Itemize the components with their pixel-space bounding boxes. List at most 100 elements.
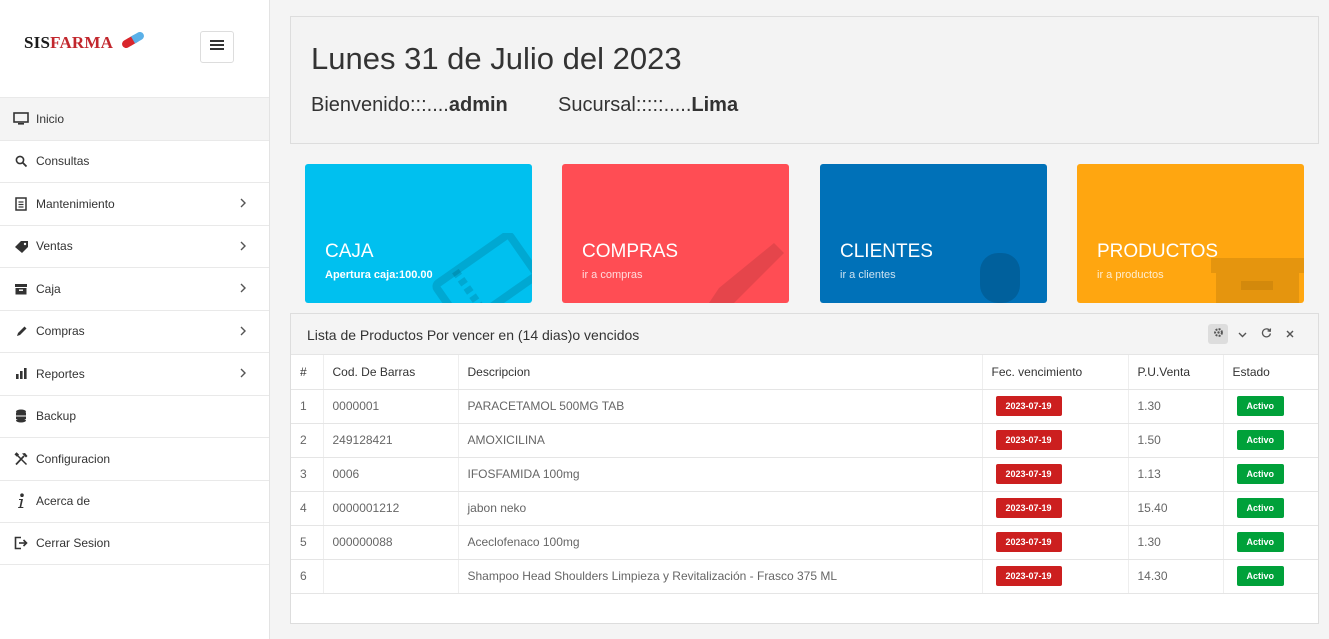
sidebar-item-label: Cerrar Sesion: [36, 536, 111, 551]
sidebar-item-consultas[interactable]: Consultas: [0, 139, 269, 183]
column-header[interactable]: Descripcion: [458, 355, 983, 390]
status-cell: Activo: [1223, 423, 1318, 458]
barcode-cell: 0000001212: [323, 491, 459, 526]
column-header[interactable]: Fec. vencimiento: [982, 355, 1129, 390]
branch-text: Sucursal:::::.....Lima: [558, 94, 738, 117]
table-header-row: # Cod. De Barras Descripcion Fec. vencim…: [291, 355, 1318, 390]
sidebar-item-reportes[interactable]: Reportes: [0, 352, 269, 395]
welcome-text: Bienvenido:::....admin: [311, 94, 508, 117]
sidebar-menu: Inicio Consultas Mantenimiento Ventas Ca…: [0, 97, 269, 565]
barcode-cell: 000000088: [323, 525, 459, 560]
sidebar-item-caja[interactable]: Caja: [0, 267, 269, 310]
status-cell: Activo: [1223, 491, 1318, 526]
description-cell: AMOXICILINA: [458, 423, 983, 458]
branch-label: Sucursal:::::.....: [558, 94, 692, 116]
sidebar-item-acerca-de[interactable]: Acerca de: [0, 479, 269, 523]
expiry-cell: 2023-07-19: [982, 559, 1129, 594]
chevron-right-icon: [237, 240, 249, 252]
pill-icon: [119, 32, 147, 53]
card-productos[interactable]: PRODUCTOS ir a productos: [1077, 164, 1304, 303]
sidebar-item-backup[interactable]: Backup: [0, 394, 269, 438]
refresh-icon: [1261, 325, 1272, 343]
card-title: PRODUCTOS: [1097, 241, 1219, 262]
card-compras[interactable]: COMPRAS ir a compras: [562, 164, 789, 303]
close-button[interactable]: [1280, 324, 1300, 344]
refresh-button[interactable]: [1256, 324, 1276, 344]
row-number: 3: [291, 457, 324, 492]
sidebar-item-mantenimiento[interactable]: Mantenimiento: [0, 182, 269, 225]
description-cell: PARACETAMOL 500MG TAB: [458, 389, 983, 424]
page-title: Lunes 31 de Julio del 2023: [311, 41, 682, 76]
card-caja[interactable]: CAJA Apertura caja:100.00: [305, 164, 532, 303]
column-header[interactable]: Estado: [1223, 355, 1318, 390]
sidebar-item-label: Inicio: [36, 111, 65, 126]
sidebar-toggle-button[interactable]: [200, 31, 234, 63]
box-header: Lista de Productos Por vencer en (14 dia…: [291, 314, 1318, 355]
sidebar: SIS FARMA Inicio Consultas Mantenimiento…: [0, 0, 270, 639]
expiry-badge: 2023-07-19: [995, 396, 1062, 416]
ticket-icon: [432, 233, 532, 303]
status-cell: Activo: [1223, 457, 1318, 492]
close-icon: [1286, 325, 1294, 343]
barcode-cell: 0000001: [323, 389, 459, 424]
card-subtitle: ir a compras: [582, 269, 643, 281]
logout-icon: [13, 535, 29, 551]
card-subtitle: Apertura caja:100.00: [325, 269, 433, 281]
expiry-badge: 2023-07-19: [995, 464, 1062, 484]
sidebar-item-cerrar-sesion[interactable]: Cerrar Sesion: [0, 522, 269, 565]
logo[interactable]: SIS FARMA: [24, 32, 147, 53]
welcome-panel: Lunes 31 de Julio del 2023 Bienvenido:::…: [290, 16, 1319, 144]
card-title: COMPRAS: [582, 241, 679, 262]
status-cell: Activo: [1223, 389, 1318, 424]
sidebar-item-label: Ventas: [36, 239, 73, 254]
price-cell: 1.13: [1128, 457, 1224, 492]
chevron-right-icon: [237, 367, 249, 379]
barcode-cell: [323, 559, 459, 594]
user-icon: [980, 253, 1020, 303]
expiry-badge: 2023-07-19: [995, 498, 1062, 518]
card-subtitle: ir a clientes: [840, 269, 896, 281]
expiry-cell: 2023-07-19: [982, 389, 1129, 424]
box-tools: [1204, 324, 1300, 344]
sidebar-item-configuracion[interactable]: Configuracion: [0, 437, 269, 480]
status-cell: Activo: [1223, 559, 1318, 594]
column-header[interactable]: Cod. De Barras: [323, 355, 459, 390]
sidebar-item-label: Backup: [36, 409, 77, 424]
row-number: 4: [291, 491, 324, 526]
column-header[interactable]: #: [291, 355, 324, 390]
box-title: Lista de Productos Por vencer en (14 dia…: [307, 327, 640, 343]
sidebar-item-ventas[interactable]: Ventas: [0, 224, 269, 268]
card-title: CAJA: [325, 241, 374, 262]
column-header[interactable]: P.U.Venta: [1128, 355, 1224, 390]
tag-icon: [13, 238, 29, 254]
table-row[interactable]: 3 0006 IFOSFAMIDA 100mg 2023-07-19 1.13 …: [291, 457, 1318, 492]
barcode-cell: 249128421: [323, 423, 459, 458]
table-row[interactable]: 6 Shampoo Head Shoulders Limpieza y Revi…: [291, 559, 1318, 594]
expiry-cell: 2023-07-19: [982, 491, 1129, 526]
username: admin: [448, 94, 508, 116]
table-row[interactable]: 4 0000001212 jabon neko 2023-07-19 15.40…: [291, 491, 1318, 526]
dropdown-button[interactable]: [1232, 324, 1252, 344]
expiring-products-box: Lista de Productos Por vencer en (14 dia…: [290, 313, 1319, 624]
bar-chart-icon: [13, 366, 29, 382]
expiry-cell: 2023-07-19: [982, 457, 1129, 492]
table-row[interactable]: 1 0000001 PARACETAMOL 500MG TAB 2023-07-…: [291, 389, 1318, 424]
sidebar-item-inicio[interactable]: Inicio: [0, 97, 269, 140]
table-row[interactable]: 5 000000088 Aceclofenaco 100mg 2023-07-1…: [291, 525, 1318, 560]
sidebar-item-label: Caja: [36, 281, 61, 296]
row-number: 5: [291, 525, 324, 560]
database-icon: [13, 408, 29, 424]
status-badge: Activo: [1236, 464, 1285, 484]
card-clientes[interactable]: CLIENTES ir a clientes: [820, 164, 1047, 303]
expiry-badge: 2023-07-19: [995, 532, 1062, 552]
card-title: CLIENTES: [840, 241, 933, 262]
tools-icon: [13, 451, 29, 467]
monitor-icon: [13, 111, 29, 127]
table-row[interactable]: 2 249128421 AMOXICILINA 2023-07-19 1.50 …: [291, 423, 1318, 458]
pencil-icon: [709, 243, 784, 303]
price-cell: 1.30: [1128, 525, 1224, 560]
products-table: # Cod. De Barras Descripcion Fec. vencim…: [291, 355, 1318, 594]
settings-button[interactable]: [1208, 324, 1228, 344]
search-icon: [13, 153, 29, 169]
sidebar-item-compras[interactable]: Compras: [0, 309, 269, 353]
